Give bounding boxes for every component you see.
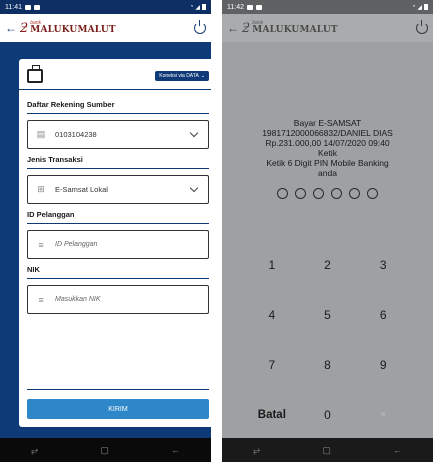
delete-key[interactable]: ×: [355, 405, 411, 425]
left-phone-screen: 11:41 ◔ ◢ ← ƻ bank MALUKUMALUT Koneksi v…: [0, 0, 211, 462]
key-1[interactable]: 1: [244, 255, 300, 275]
pin-dot: [349, 188, 360, 199]
key-7[interactable]: 7: [244, 355, 300, 375]
customer-id-placeholder: ID Pelanggan: [55, 241, 98, 248]
right-phone-screen: 11:42 ◔ ◢ ← ƻ bank MALUKUMALUT Bayar E-S…: [222, 0, 433, 462]
image-icon: [25, 4, 31, 10]
chevron-down-icon: ⌄: [200, 73, 205, 79]
pin-prompt: Bayar E-SAMSAT 1981712000066832/DANIEL D…: [222, 118, 433, 178]
recent-apps-icon[interactable]: ⥂: [31, 445, 38, 456]
prompt-instruction: Ketik 6 Digit PIN Mobile Banking: [266, 158, 389, 168]
source-account-label: Daftar Rekening Sumber: [27, 100, 115, 109]
pin-indicator: [222, 188, 433, 199]
transaction-type-label: Jenis Transaksi: [27, 155, 83, 164]
logo-main-text: MALUKUMALUT: [252, 25, 338, 35]
navigation-bar: ⥂ ▢ ←: [0, 438, 211, 462]
pin-keypad: 1 2 3 4 5 6 7 8 9 Batal 0 ×: [244, 255, 411, 425]
key-9[interactable]: 9: [355, 355, 411, 375]
id-card-icon: ≡: [38, 294, 44, 305]
transaction-icon: ⊞: [37, 184, 45, 194]
connection-dropdown[interactable]: Koneksi via DATA ⌄: [155, 71, 209, 81]
key-0[interactable]: 0: [300, 405, 356, 425]
cancel-button[interactable]: Batal: [244, 405, 300, 425]
key-2[interactable]: 2: [300, 255, 356, 275]
back-nav-icon[interactable]: ←: [171, 445, 180, 455]
payment-icon: [27, 65, 43, 83]
divider: [27, 223, 209, 224]
prompt-amount: Rp.231.000,00 14/07/2020 09:40: [265, 138, 390, 148]
bank-logo: ƻ bank MALUKUMALUT: [242, 21, 411, 35]
customer-id-label: ID Pelanggan: [27, 210, 75, 219]
divider: [27, 389, 209, 390]
connection-label: Koneksi via DATA: [159, 73, 199, 79]
key-4[interactable]: 4: [244, 305, 300, 325]
divider: [27, 278, 209, 279]
nik-label: NIK: [27, 265, 40, 274]
signal-icon: ◢: [195, 4, 200, 11]
divider: [27, 168, 209, 169]
nik-placeholder: Masukkan NIK: [55, 296, 101, 303]
back-nav-icon[interactable]: ←: [393, 445, 402, 455]
pin-dot: [367, 188, 378, 199]
prompt-account: 1981712000066832/DANIEL DIAS: [262, 128, 393, 138]
key-5[interactable]: 5: [300, 305, 356, 325]
bank-logo: ƻ bank MALUKUMALUT: [20, 21, 189, 35]
power-icon[interactable]: [416, 20, 428, 34]
key-8[interactable]: 8: [300, 355, 356, 375]
recent-apps-icon[interactable]: ⥂: [253, 445, 260, 456]
navigation-bar: ⥂ ▢ ←: [222, 438, 433, 462]
battery-icon: [424, 4, 428, 10]
signal-icon: ◢: [417, 4, 422, 11]
pin-dot: [313, 188, 324, 199]
pin-dot: [277, 188, 288, 199]
back-arrow-icon[interactable]: ←: [227, 22, 239, 34]
key-3[interactable]: 3: [355, 255, 411, 275]
chevron-down-icon: [189, 128, 199, 138]
chevron-down-icon: [189, 183, 199, 193]
image-icon: [247, 4, 253, 10]
transaction-type-select[interactable]: ⊞ E-Samsat Lokal: [27, 175, 209, 204]
divider: [27, 113, 209, 114]
customer-id-input[interactable]: ≡ ID Pelanggan: [27, 230, 209, 259]
source-account-value: 0103104238: [55, 130, 97, 139]
nik-input[interactable]: ≡ Masukkan NIK: [27, 285, 209, 314]
status-bar: 11:42 ◔ ◢: [222, 0, 433, 14]
notification-icon: [34, 4, 40, 10]
bank-logo-mark-icon: ƻ: [242, 20, 251, 36]
wifi-icon: ◔: [411, 4, 416, 10]
app-bar: ← ƻ bank MALUKUMALUT: [0, 14, 211, 42]
id-card-icon: ≡: [38, 239, 44, 250]
logo-main-text: MALUKUMALUT: [30, 25, 116, 35]
notification-icon: [256, 4, 262, 10]
bank-logo-mark-icon: ƻ: [20, 20, 29, 36]
prompt-ketik: Ketik: [318, 148, 337, 158]
submit-button[interactable]: KIRIM: [27, 399, 209, 419]
wifi-icon: ◔: [189, 4, 194, 10]
power-icon[interactable]: [194, 20, 206, 34]
prompt-title: Bayar E-SAMSAT: [293, 118, 362, 128]
home-icon[interactable]: ▢: [100, 445, 109, 456]
key-6[interactable]: 6: [355, 305, 411, 325]
payment-form-card: Koneksi via DATA ⌄ Daftar Rekening Sumbe…: [19, 59, 211, 427]
transaction-type-value: E-Samsat Lokal: [55, 185, 108, 194]
status-time: 11:41: [5, 3, 22, 11]
home-icon[interactable]: ▢: [322, 445, 331, 456]
source-account-select[interactable]: ▤ 0103104238: [27, 120, 209, 149]
status-time: 11:42: [227, 3, 244, 11]
app-bar: ← ƻ bank MALUKUMALUT: [222, 14, 433, 42]
back-arrow-icon[interactable]: ←: [5, 22, 17, 34]
account-book-icon: ▤: [36, 129, 46, 139]
prompt-instruction-end: anda: [318, 168, 337, 178]
status-bar: 11:41 ◔ ◢: [0, 0, 211, 14]
battery-icon: [202, 4, 206, 10]
pin-dot: [331, 188, 342, 199]
pin-dot: [295, 188, 306, 199]
